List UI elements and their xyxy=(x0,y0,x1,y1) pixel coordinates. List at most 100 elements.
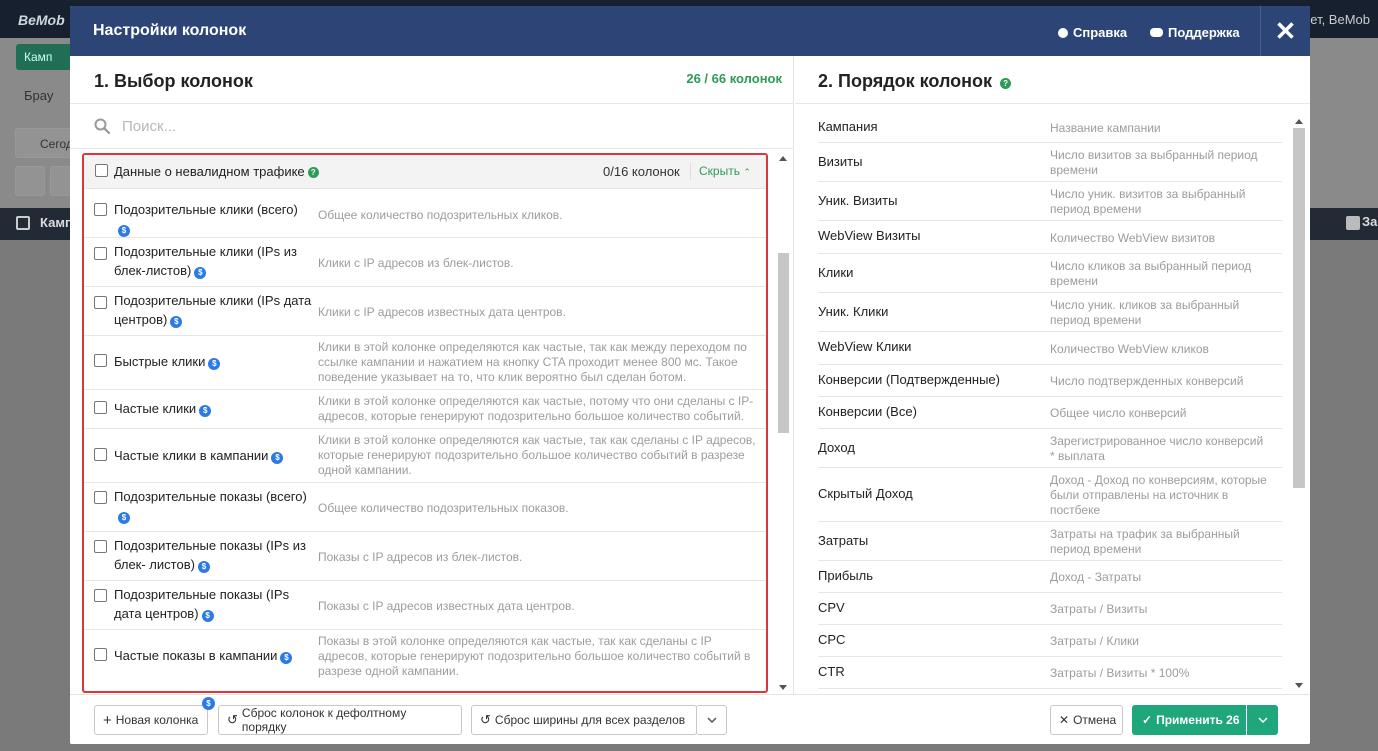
item-name-text: Подозрительные клики (всего) xyxy=(114,202,298,217)
item-desc: Показы с IP адресов известных дата центр… xyxy=(318,599,575,613)
order-row[interactable]: CPC Затраты / Клики xyxy=(818,625,1282,657)
support-label: Поддержка xyxy=(1168,25,1240,40)
item-name: Подозрительные показы (IPs дата центров)… xyxy=(114,585,294,623)
item-desc: Показы в этой колонке определяются как ч… xyxy=(318,634,751,678)
order-row-name: Скрытый Доход xyxy=(818,486,913,501)
right-scrollbar[interactable] xyxy=(1293,116,1305,696)
reset-width-button[interactable]: ↺ Сброс ширины для всех разделов xyxy=(471,705,697,735)
order-row[interactable]: Визиты Число визитов за выбранный период … xyxy=(818,143,1282,182)
order-row-desc: Затраты / Клики xyxy=(1050,634,1140,648)
scroll-thumb[interactable] xyxy=(1293,128,1305,488)
item-name: Быстрые клики $ xyxy=(114,352,314,371)
item-checkbox[interactable] xyxy=(94,203,107,216)
order-row-desc: Число подтвержденных конверсий xyxy=(1050,374,1244,388)
group-label-text: Данные о невалидном трафике xyxy=(114,164,305,179)
group-hide-toggle[interactable]: Скрыть ⌃ xyxy=(699,164,751,178)
order-row-desc: Затраты / Визиты xyxy=(1050,602,1148,616)
order-row[interactable]: Скрытый Доход Доход - Доход по конверсиям… xyxy=(818,468,1282,522)
order-row[interactable]: CTR Затраты / Визиты * 100% xyxy=(818,657,1282,689)
scroll-up-arrow-icon[interactable] xyxy=(1295,119,1303,124)
new-column-button[interactable]: + Новая колонка xyxy=(94,705,208,735)
close-button[interactable]: ✕ xyxy=(1260,6,1310,56)
search-input[interactable] xyxy=(122,113,722,139)
close-icon: ✕ xyxy=(1059,713,1070,727)
divider xyxy=(690,163,691,180)
order-row[interactable]: Конверсии (Подтвержденные) Число подтверж… xyxy=(818,365,1282,397)
list-item[interactable]: Частые клики в кампании $ Клики в этой ко… xyxy=(84,429,766,483)
info-circle-icon xyxy=(1058,27,1068,38)
reset-dropdown-button[interactable] xyxy=(696,705,727,735)
app-header-col-right: За xyxy=(1362,214,1378,229)
scroll-down-arrow-icon[interactable] xyxy=(779,685,787,690)
item-checkbox[interactable] xyxy=(94,648,107,661)
order-row[interactable]: WebView Визиты Количество WebView визитов xyxy=(818,221,1282,254)
list-item[interactable]: Подозрительные клики (IPs дата центров) $… xyxy=(84,287,766,336)
order-row[interactable]: Затраты Затраты на трафик за выбранный пе… xyxy=(818,522,1282,561)
item-desc: Общее количество подозрительных кликов. xyxy=(318,208,563,222)
group-row-invalid-traffic: Данные о невалидном трафике? 0/16 колоно… xyxy=(84,155,766,189)
order-row-desc: Число уник. кликов за выбранный период в… xyxy=(1050,298,1240,327)
list-item[interactable]: Подозрительные показы (IPs из блек- лист… xyxy=(84,532,766,581)
item-name-text: Частые клики xyxy=(114,401,197,416)
reset-width-label: Сброс ширины для всех разделов xyxy=(494,713,686,727)
order-row[interactable]: Уник. Клики Число уник. кликов за выбранн… xyxy=(818,293,1282,332)
item-checkbox[interactable] xyxy=(94,247,107,260)
list-item[interactable]: Частые показы в кампании $ Показы в этой … xyxy=(84,630,766,684)
item-checkbox[interactable] xyxy=(94,589,107,602)
order-row[interactable]: Прибыль Доход - Затраты xyxy=(818,561,1282,593)
question-icon[interactable]: ? xyxy=(1000,78,1012,89)
column-settings-modal: Настройки колонок Справка Поддержка ✕ 1.… xyxy=(70,6,1310,744)
reset-order-button[interactable]: ↺ Сброс колонок к дефолтному порядку xyxy=(218,705,462,735)
item-name-text: Подозрительные показы (IPs из блек- лист… xyxy=(114,538,306,572)
app-date-label: Сегод xyxy=(40,137,73,151)
chat-icon xyxy=(1150,28,1163,37)
cancel-button[interactable]: ✕ Отмена xyxy=(1050,705,1123,735)
scroll-down-arrow-icon[interactable] xyxy=(1295,683,1303,688)
order-row[interactable]: Клики Число кликов за выбранный период вр… xyxy=(818,254,1282,293)
order-row[interactable]: Доход Зарегистрированное число конверсий … xyxy=(818,429,1282,468)
help-link[interactable]: Справка xyxy=(1058,25,1127,40)
list-item[interactable]: Подозрительные клики (всего) $ Общее коли… xyxy=(84,189,766,238)
apply-dropdown-button[interactable] xyxy=(1247,705,1278,735)
support-link[interactable]: Поддержка xyxy=(1150,25,1240,40)
list-item[interactable]: Частые клики $ Клики в этой колонке опред… xyxy=(84,390,766,429)
item-checkbox[interactable] xyxy=(94,448,107,461)
item-checkbox[interactable] xyxy=(94,401,107,414)
app-filter-button xyxy=(50,166,72,196)
list-item[interactable]: Подозрительные показы (IPs дата центров)… xyxy=(84,581,766,630)
order-row-name: Прибыль xyxy=(818,568,873,583)
scroll-up-arrow-icon[interactable] xyxy=(779,156,787,161)
item-checkbox[interactable] xyxy=(94,296,107,309)
order-row[interactable]: Конверсии (Все) Общее число конверсий xyxy=(818,397,1282,429)
order-row[interactable]: CPV Затраты / Визиты xyxy=(818,593,1282,625)
item-desc: Показы с IP адресов из блек-листов. xyxy=(318,550,523,564)
column-order-list: Кампания Название кампании Визиты Число ви… xyxy=(818,110,1282,689)
item-name: Частые клики в кампании $ xyxy=(114,446,314,465)
left-scrollbar[interactable] xyxy=(776,153,789,693)
order-row[interactable]: Уник. Визиты Число уник. визитов за выбра… xyxy=(818,182,1282,221)
order-row-desc: Доход - Затраты xyxy=(1050,570,1142,584)
app-flag-button xyxy=(15,166,45,196)
order-row-desc: Количество WebView кликов xyxy=(1050,342,1209,356)
item-checkbox[interactable] xyxy=(94,491,107,504)
help-label: Справка xyxy=(1073,25,1128,40)
group-checkbox[interactable] xyxy=(95,164,108,177)
column-order-panel: 2. Порядок колонок ? Кампания Название ка… xyxy=(795,56,1310,694)
scroll-thumb[interactable] xyxy=(778,253,789,433)
order-row[interactable]: Кампания Название кампании xyxy=(818,110,1282,143)
item-name-text: Частые клики в кампании xyxy=(114,448,269,463)
chevron-up-icon: ⌃ xyxy=(743,167,751,177)
question-icon[interactable]: ? xyxy=(307,167,319,178)
order-row-name: Визиты xyxy=(818,154,863,169)
item-checkbox[interactable] xyxy=(94,540,107,553)
item-checkbox[interactable] xyxy=(94,354,107,367)
order-row[interactable]: WebView Клики Количество WebView кликов xyxy=(818,332,1282,365)
item-name: Частые показы в кампании $ xyxy=(114,646,314,665)
dollar-icon: $ xyxy=(197,561,210,573)
list-item[interactable]: Быстрые клики $ Клики в этой колонке опре… xyxy=(84,336,766,390)
list-item[interactable]: Подозрительные клики (IPs из блек-листов… xyxy=(84,238,766,287)
order-row-name: Уник. Клики xyxy=(818,304,889,319)
item-desc: Клики с IP адресов из блек-листов. xyxy=(318,256,514,270)
apply-button[interactable]: ✓ Применить 26 xyxy=(1132,705,1246,735)
list-item[interactable]: Подозрительные показы (всего) $ Общее кол… xyxy=(84,483,766,532)
